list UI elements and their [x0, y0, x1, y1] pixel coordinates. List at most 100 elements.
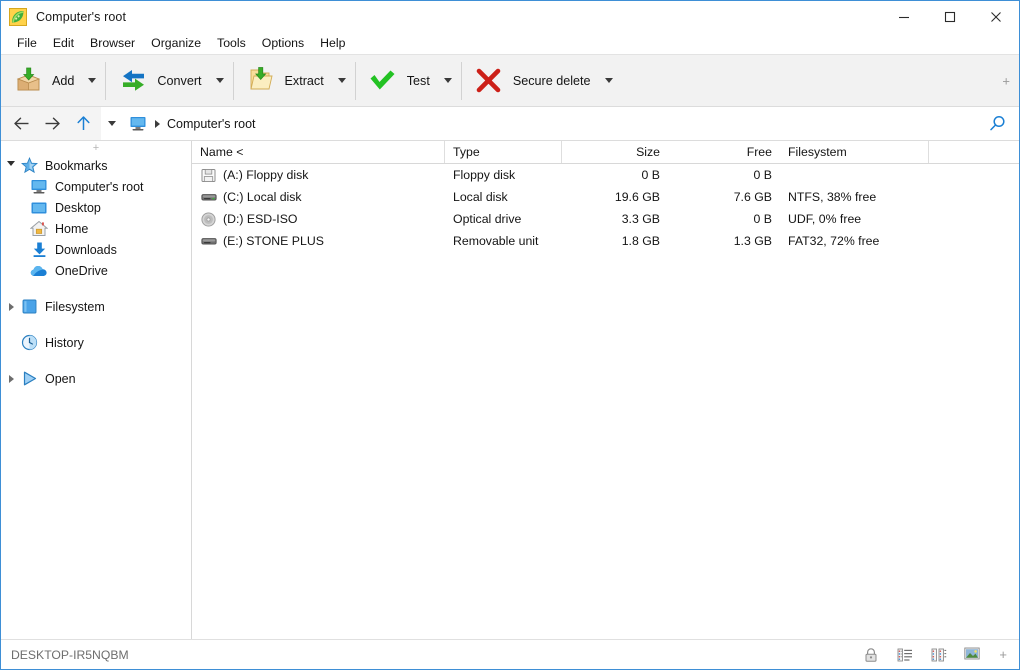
sidebar-item-history[interactable]: History: [1, 332, 191, 353]
toolbar-overflow-button[interactable]: +: [1002, 74, 1010, 87]
add-button[interactable]: Add: [3, 59, 81, 103]
column-header-type[interactable]: Type: [445, 141, 562, 163]
sidebar-item-label: Computer's root: [55, 179, 144, 194]
table-row[interactable]: (D:) ESD-ISO Optical drive 3.3 GB 0 B UD…: [192, 208, 1019, 230]
desktop-icon: [29, 198, 49, 218]
secure-delete-dropdown-arrow[interactable]: [598, 59, 620, 103]
chevron-down-icon[interactable]: [3, 155, 19, 176]
sidebar-item-label: Bookmarks: [45, 158, 108, 173]
convert-button-label: Convert: [157, 73, 202, 88]
status-bar-icons: +: [861, 645, 1013, 665]
table-row[interactable]: (A:) Floppy disk Floppy disk 0 B 0 B: [192, 164, 1019, 186]
list-view-icon[interactable]: [895, 645, 915, 665]
cell-name[interactable]: (A:) Floppy disk: [192, 164, 445, 186]
forward-arrow-icon[interactable]: [37, 108, 68, 140]
menu-item-file[interactable]: File: [9, 34, 45, 53]
convert-button[interactable]: Convert: [108, 59, 208, 103]
sidebar-item-label: History: [45, 335, 84, 350]
cell-name[interactable]: (E:) STONE PLUS: [192, 230, 445, 252]
status-bar-add-button[interactable]: +: [997, 648, 1009, 661]
test-button-label: Test: [406, 73, 430, 88]
secure-delete-button[interactable]: Secure delete: [464, 59, 598, 103]
star-icon: [19, 156, 39, 176]
sidebar-item-bookmarks[interactable]: Bookmarks: [1, 155, 191, 176]
cell-name[interactable]: (D:) ESD-ISO: [192, 208, 445, 230]
menu-item-help[interactable]: Help: [312, 34, 353, 53]
menu-item-options[interactable]: Options: [254, 34, 312, 53]
table-row[interactable]: (E:) STONE PLUS Removable unit 1.8 GB 1.…: [192, 230, 1019, 252]
convert-dropdown-arrow[interactable]: [209, 59, 231, 103]
file-list-header: Name < Type Size Free Filesystem: [192, 141, 1019, 164]
menu-item-tools[interactable]: Tools: [209, 34, 254, 53]
sidebar-item-open[interactable]: Open: [1, 368, 191, 389]
sidebar-item-filesystem[interactable]: Filesystem: [1, 296, 191, 317]
removable-drive-icon: [200, 233, 217, 250]
table-row[interactable]: (C:) Local disk Local disk 19.6 GB 7.6 G…: [192, 186, 1019, 208]
breadcrumb-path[interactable]: Computer's root: [167, 117, 256, 131]
hard-disk-icon: [200, 189, 217, 206]
title-bar: Computer's root: [1, 1, 1019, 32]
cell-name-text: (E:) STONE PLUS: [223, 234, 324, 248]
extract-dropdown-arrow[interactable]: [331, 59, 353, 103]
toolbar-group-test: Test: [356, 55, 461, 107]
sidebar-add-button[interactable]: +: [1, 141, 191, 155]
sidebar-item-home[interactable]: Home: [1, 218, 191, 239]
address-bar: Computer's root: [1, 107, 1019, 141]
cell-size: 3.3 GB: [621, 212, 660, 226]
sidebar: + Bookmarks Computer's root Desktop Home…: [1, 141, 192, 639]
sidebar-spacer: [3, 332, 19, 353]
test-dropdown-arrow[interactable]: [437, 59, 459, 103]
extract-button[interactable]: Extract: [236, 59, 331, 103]
sidebar-item-computers-root[interactable]: Computer's root: [1, 176, 191, 197]
floppy-disk-icon: [200, 167, 217, 184]
cell-name-text: (C:) Local disk: [223, 190, 302, 204]
minimize-icon[interactable]: [881, 1, 927, 32]
maximize-icon[interactable]: [927, 1, 973, 32]
add-box-icon: [13, 66, 43, 96]
cell-name[interactable]: (C:) Local disk: [192, 186, 445, 208]
chevron-right-icon[interactable]: [3, 296, 19, 317]
cell-filesystem: UDF, 0% free: [788, 212, 862, 226]
main-content: + Bookmarks Computer's root Desktop Home…: [1, 141, 1019, 639]
cell-name-text: (A:) Floppy disk: [223, 168, 309, 182]
cell-free: 1.3 GB: [733, 234, 772, 248]
sidebar-item-desktop[interactable]: Desktop: [1, 197, 191, 218]
menu-item-organize[interactable]: Organize: [143, 34, 209, 53]
menu-item-edit[interactable]: Edit: [45, 34, 82, 53]
test-button[interactable]: Test: [358, 59, 437, 103]
column-header-filesystem[interactable]: Filesystem: [780, 141, 929, 163]
path-history-dropdown[interactable]: [101, 107, 123, 140]
menu-item-browser[interactable]: Browser: [82, 34, 143, 53]
cell-type: Removable unit: [453, 234, 539, 248]
padlock-icon[interactable]: [861, 645, 881, 665]
close-icon[interactable]: [973, 1, 1019, 32]
window-controls: [881, 1, 1019, 32]
window-title: Computer's root: [36, 9, 127, 24]
test-checkmark-icon: [368, 66, 398, 96]
cell-size: 1.8 GB: [621, 234, 660, 248]
chevron-right-icon[interactable]: [3, 368, 19, 389]
up-arrow-icon[interactable]: [68, 108, 99, 140]
sidebar-item-label: Desktop: [55, 200, 101, 215]
thumbnail-view-icon[interactable]: [963, 645, 983, 665]
status-bar: DESKTOP-IR5NQBM +: [1, 639, 1019, 669]
back-arrow-icon[interactable]: [6, 108, 37, 140]
file-list: Name < Type Size Free Filesystem (A:) Fl…: [192, 141, 1019, 639]
column-header-free[interactable]: Free: [668, 141, 780, 163]
breadcrumb: Computer's root: [123, 107, 975, 140]
add-dropdown-arrow[interactable]: [81, 59, 103, 103]
optical-disc-icon: [200, 211, 217, 228]
peazip-window: Computer's root File Edit Browser Organi…: [0, 0, 1020, 670]
details-view-icon[interactable]: [929, 645, 949, 665]
search-icon[interactable]: [975, 107, 1019, 140]
column-header-name[interactable]: Name <: [192, 141, 445, 163]
column-header-size[interactable]: Size: [562, 141, 668, 163]
cell-free: 0 B: [753, 212, 772, 226]
toolbar-group-add: Add: [1, 55, 105, 107]
extract-folder-icon: [246, 66, 276, 96]
computer-monitor-icon[interactable]: [128, 114, 147, 133]
sidebar-item-downloads[interactable]: Downloads: [1, 239, 191, 260]
cell-size: 19.6 GB: [614, 190, 660, 204]
sidebar-item-onedrive[interactable]: OneDrive: [1, 260, 191, 281]
breadcrumb-separator[interactable]: [155, 119, 160, 128]
